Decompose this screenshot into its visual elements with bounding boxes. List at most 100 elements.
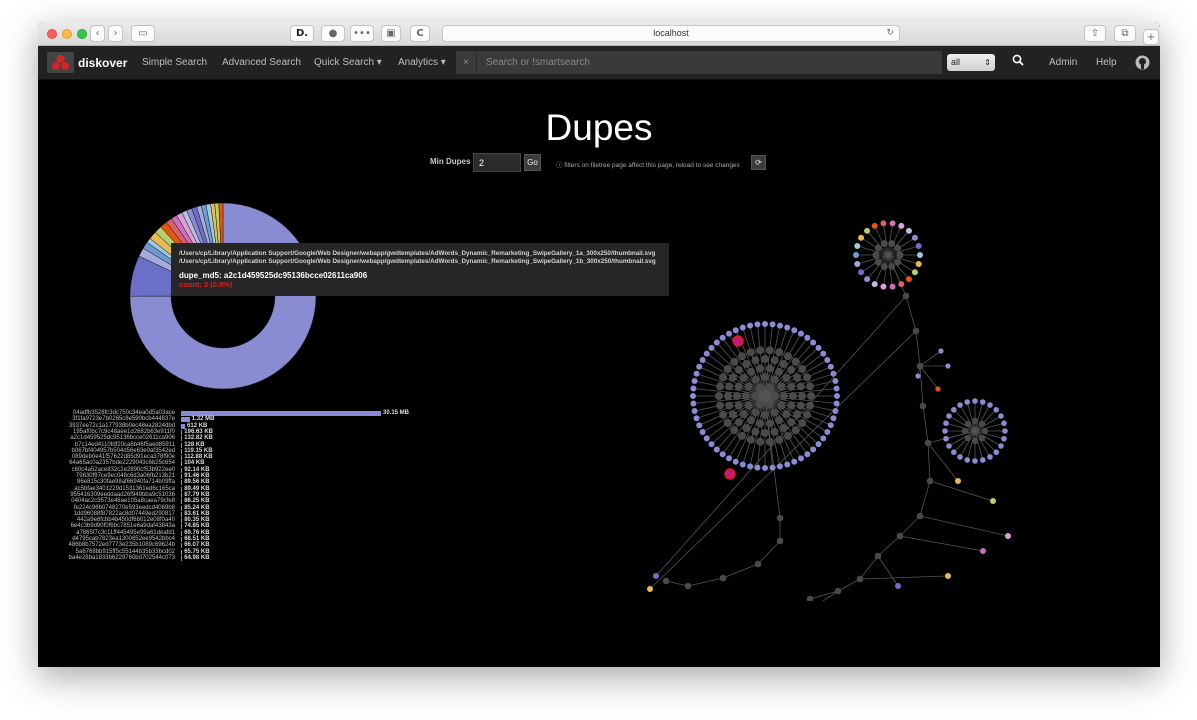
graph-node[interactable]	[725, 401, 734, 410]
graph-node[interactable]	[733, 392, 741, 400]
graph-node[interactable]	[798, 455, 804, 462]
graph-node[interactable]	[950, 406, 957, 413]
graph-node[interactable]	[728, 410, 737, 419]
graph-node[interactable]	[754, 560, 762, 568]
graph-node[interactable]	[756, 419, 765, 428]
graph-node[interactable]	[684, 582, 692, 590]
go-button[interactable]: Go	[524, 154, 541, 171]
graph-node[interactable]	[1001, 435, 1007, 442]
graph-node[interactable]	[747, 416, 755, 425]
graph-node[interactable]	[898, 222, 905, 229]
graph-node[interactable]	[693, 415, 700, 422]
graph-node[interactable]	[771, 392, 779, 400]
github-icon[interactable]	[1135, 55, 1150, 75]
graph-node[interactable]	[775, 348, 784, 357]
graph-node[interactable]	[784, 431, 792, 440]
graph-node[interactable]	[1005, 533, 1011, 539]
graph-node[interactable]	[723, 419, 732, 428]
bar[interactable]	[181, 436, 183, 442]
graph-node[interactable]	[820, 435, 827, 442]
graph-node[interactable]	[769, 464, 776, 471]
graph-node[interactable]	[1002, 428, 1008, 434]
graph-node[interactable]	[915, 373, 921, 379]
forward-icon[interactable]: ›	[108, 25, 123, 42]
graph-node[interactable]	[905, 227, 912, 234]
graph-node[interactable]	[880, 240, 888, 248]
graph-node[interactable]	[739, 324, 746, 331]
sidebar-icon[interactable]: ▭	[131, 25, 155, 42]
graph-node[interactable]	[777, 382, 786, 391]
graph-node[interactable]	[756, 383, 764, 392]
graph-node[interactable]	[798, 364, 807, 373]
nav-analytics-dropdown[interactable]: Analytics ▾	[398, 57, 446, 68]
graph-node[interactable]	[775, 367, 783, 376]
graph-node[interactable]	[998, 443, 1004, 449]
graph-node[interactable]	[784, 461, 791, 468]
graph-node[interactable]	[880, 220, 887, 227]
graph-node[interactable]	[853, 252, 859, 258]
graph-node[interactable]	[864, 227, 871, 234]
graph-node[interactable]	[708, 441, 715, 448]
graph-node[interactable]	[776, 537, 784, 545]
graph-node[interactable]	[916, 512, 924, 520]
graph-node[interactable]	[716, 401, 725, 410]
graph-node[interactable]	[779, 359, 788, 368]
graph-node[interactable]	[889, 220, 896, 227]
graph-node[interactable]	[827, 363, 834, 370]
graph-node[interactable]	[957, 402, 963, 408]
graph-node[interactable]	[770, 356, 779, 365]
graph-node[interactable]	[738, 352, 746, 361]
graph-node[interactable]	[775, 435, 784, 444]
graph-node[interactable]	[820, 350, 827, 357]
graph-node[interactable]	[699, 429, 706, 435]
graph-node[interactable]	[803, 410, 812, 419]
c-extension-icon[interactable]: C	[410, 25, 430, 42]
graph-node[interactable]	[726, 330, 732, 337]
graph-node[interactable]	[1001, 420, 1007, 427]
graph-node[interactable]	[718, 410, 727, 419]
graph-node[interactable]	[662, 577, 670, 585]
graph-node[interactable]	[734, 382, 743, 391]
graph-node[interactable]	[724, 392, 732, 400]
bar[interactable]	[181, 486, 183, 492]
graph-node[interactable]	[723, 364, 732, 373]
graph-node[interactable]	[981, 427, 989, 435]
graph-node[interactable]	[806, 595, 814, 601]
graph-node[interactable]	[696, 422, 703, 429]
graph-node[interactable]	[777, 401, 786, 410]
graph-node[interactable]	[830, 415, 837, 422]
graph-node[interactable]	[770, 375, 779, 384]
graph-node[interactable]	[946, 413, 952, 419]
address-bar[interactable]: localhost ↻	[442, 25, 900, 42]
min-dupes-input[interactable]	[473, 153, 521, 172]
graph-node[interactable]	[796, 401, 805, 410]
graph-node[interactable]	[751, 356, 760, 365]
graph-node[interactable]	[751, 408, 760, 417]
graph-node[interactable]	[742, 424, 751, 433]
graph-node[interactable]	[971, 417, 979, 425]
graph-node[interactable]	[798, 330, 804, 337]
graph-node[interactable]	[776, 322, 783, 329]
graph-node[interactable]	[691, 407, 698, 414]
graph-node[interactable]	[713, 446, 720, 453]
graph-node[interactable]	[791, 458, 798, 465]
graph-node[interactable]	[834, 587, 842, 595]
graph-node[interactable]	[979, 399, 986, 405]
graph-node[interactable]	[972, 458, 978, 464]
graph-node[interactable]	[912, 327, 920, 335]
graph-node[interactable]	[713, 339, 720, 346]
graph-node[interactable]	[888, 240, 896, 248]
bar[interactable]	[181, 467, 183, 473]
graph-node[interactable]	[872, 251, 880, 259]
graph-node[interactable]	[998, 413, 1004, 419]
bar[interactable]	[181, 530, 183, 536]
graph-node[interactable]	[725, 382, 734, 391]
graph-node[interactable]	[896, 532, 904, 540]
graph-node[interactable]	[751, 375, 760, 384]
graph-node[interactable]	[943, 420, 949, 427]
bar[interactable]	[181, 429, 183, 435]
graph-node[interactable]	[719, 574, 727, 582]
d-extension-icon[interactable]: D.	[290, 25, 314, 42]
graph-node[interactable]	[854, 242, 861, 249]
graph-node[interactable]	[746, 435, 755, 444]
